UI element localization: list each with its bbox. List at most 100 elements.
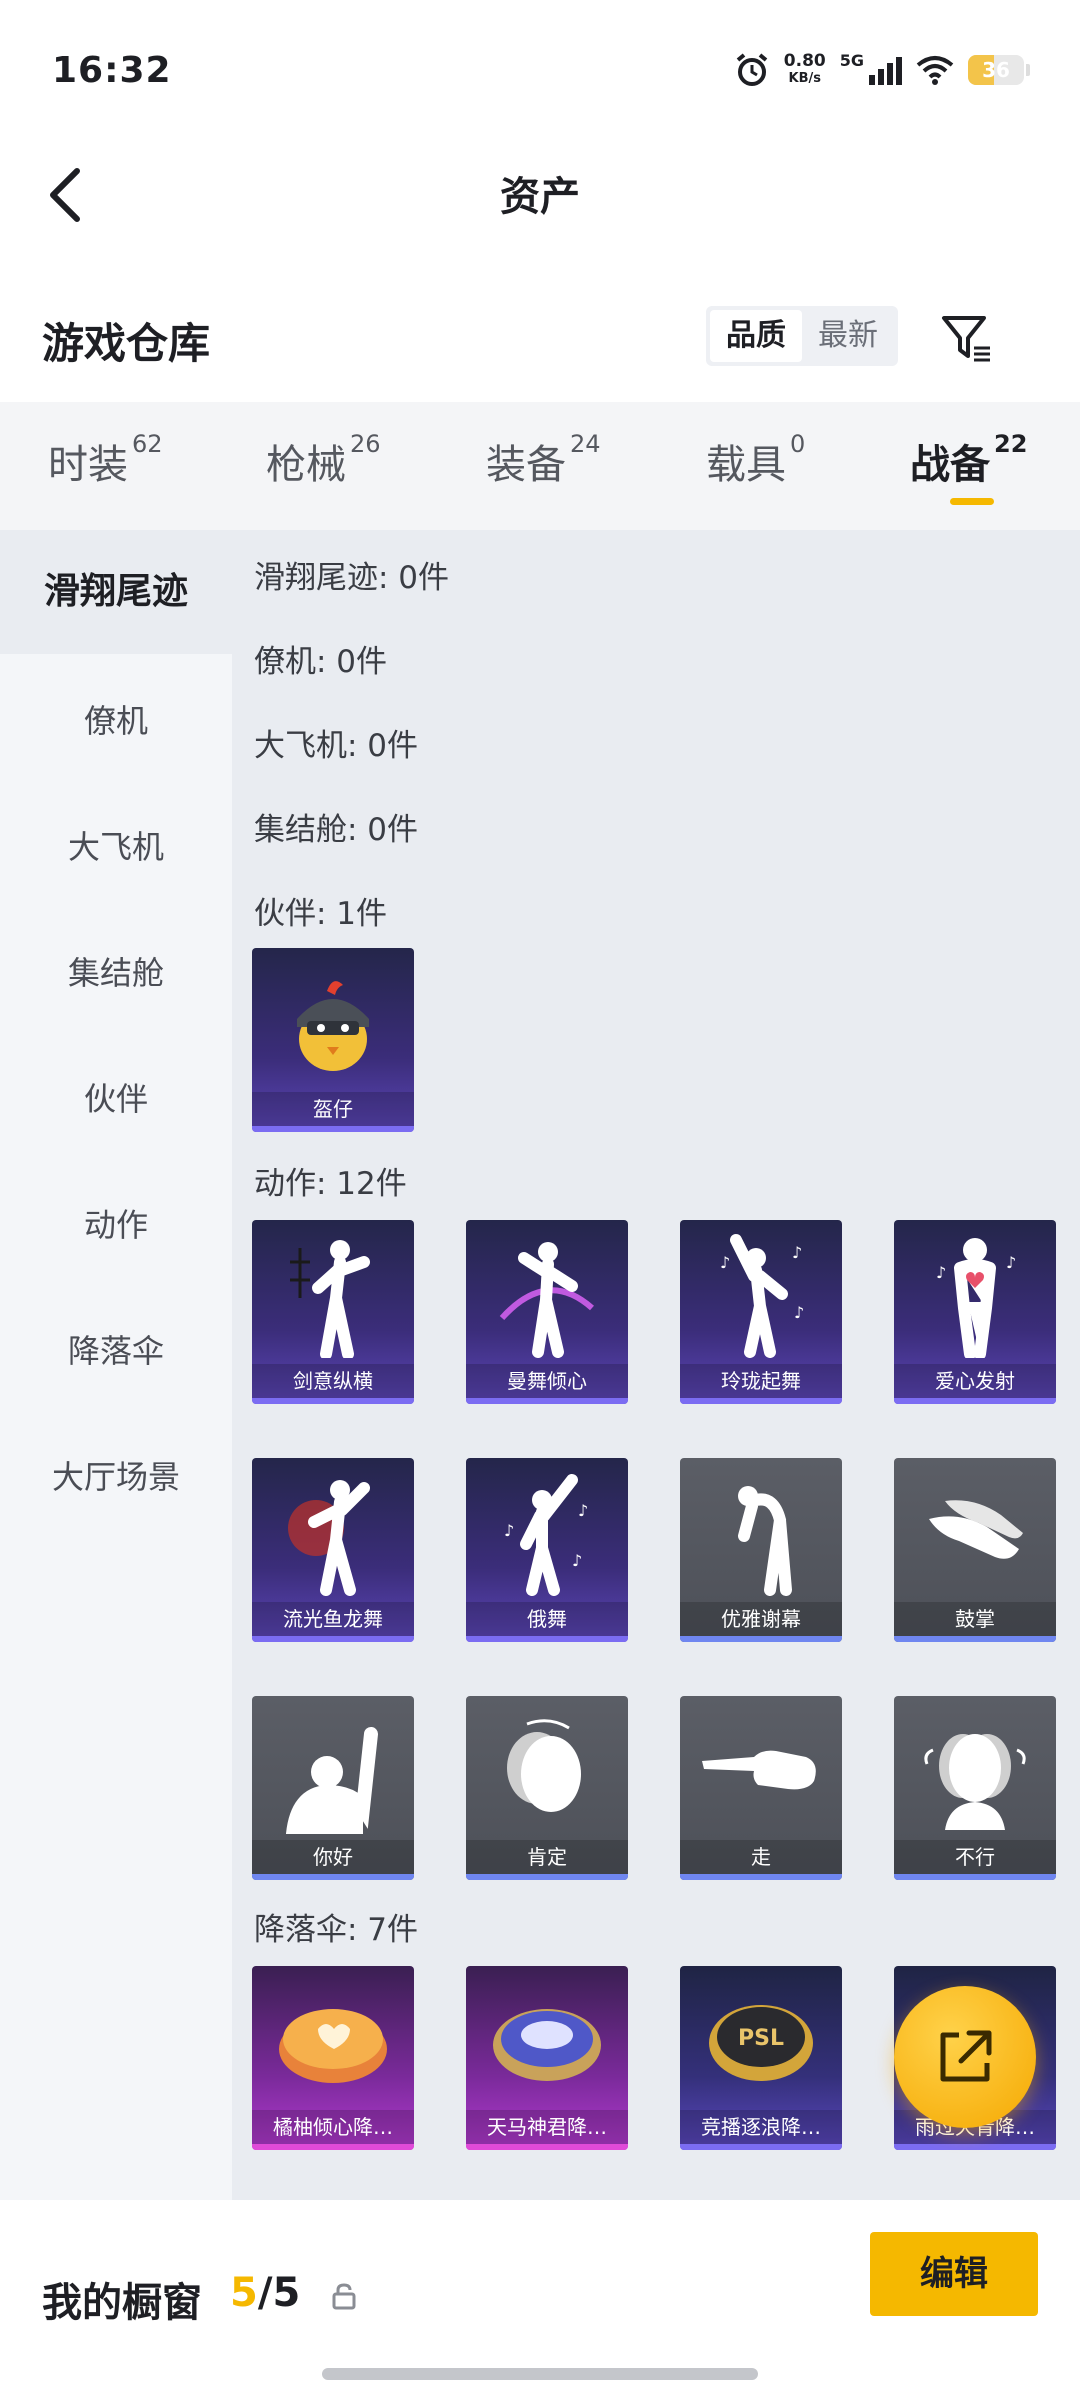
- section-title: 游戏仓库: [42, 319, 211, 368]
- sidebar-item-parachute[interactable]: 降落伞: [0, 1326, 232, 1372]
- svg-text:♪: ♪: [794, 1303, 804, 1322]
- item-card[interactable]: ♪ ♪ 爱心发射: [894, 1220, 1056, 1404]
- wifi-icon: [916, 56, 954, 85]
- sort-option-newest[interactable]: 最新: [802, 310, 894, 362]
- signal-icon: [869, 57, 902, 85]
- category-label-emote: 动作: 12件: [254, 1166, 407, 1202]
- svg-text:♪: ♪: [572, 1551, 582, 1570]
- dance-pose-icon: [252, 1220, 414, 1366]
- svg-text:♪: ♪: [504, 1521, 514, 1540]
- sort-option-quality[interactable]: 品质: [710, 310, 802, 362]
- tab-count: 22: [994, 430, 1028, 458]
- external-link-icon: [940, 2030, 992, 2082]
- svg-text:PSL: PSL: [738, 2026, 784, 2051]
- sidebar: 滑翔尾迹 僚机 大飞机 集结舱 伙伴 动作 降落伞 大厅场景: [0, 530, 232, 2200]
- item-card[interactable]: ♪ ♪ ♪ 俄舞: [466, 1458, 628, 1642]
- item-card[interactable]: 优雅谢幕: [680, 1458, 842, 1642]
- item-card[interactable]: 橘柚倾心降…: [252, 1966, 414, 2150]
- sort-toggle: 品质 最新: [706, 306, 898, 366]
- sidebar-item-pod[interactable]: 集结舱: [0, 948, 232, 994]
- point-hand-icon: [680, 1696, 842, 1842]
- heart-pose-icon: ♪ ♪: [894, 1220, 1056, 1366]
- sidebar-item-lobby-scene[interactable]: 大厅场景: [0, 1452, 232, 1498]
- tab-label: 装备: [486, 442, 566, 488]
- share-button[interactable]: [894, 1986, 1036, 2128]
- filter-button[interactable]: [938, 310, 994, 366]
- item-name: 曼舞倾心: [466, 1364, 628, 1398]
- page-title: 资产: [500, 174, 580, 220]
- item-name: 你好: [252, 1840, 414, 1874]
- svg-text:♪: ♪: [720, 1253, 730, 1272]
- bottom-bar: 我的橱窗 5/5 编辑: [0, 2200, 1080, 2400]
- status-icons: 0.80 KB/s 5G 36: [734, 48, 1030, 92]
- tab-label: 载具: [706, 442, 786, 488]
- item-card[interactable]: 你好: [252, 1696, 414, 1880]
- parachute-icon: [252, 1966, 414, 2112]
- tab-label: 枪械: [266, 442, 346, 488]
- item-name: 肯定: [466, 1840, 628, 1874]
- sidebar-item-plane[interactable]: 大飞机: [0, 822, 232, 868]
- parachute-icon: PSL: [680, 1966, 842, 2112]
- sidebar-item-glide-trail[interactable]: 滑翔尾迹: [0, 530, 232, 654]
- dance-pose-icon: ♪ ♪ ♪: [466, 1458, 628, 1604]
- tab-count: 62: [132, 430, 163, 458]
- category-label-plane: 大飞机: 0件: [254, 728, 419, 764]
- category-label-parachute: 降落伞: 7件: [254, 1912, 419, 1948]
- item-card[interactable]: 鼓掌: [894, 1458, 1056, 1642]
- edit-button[interactable]: 编辑: [870, 2232, 1038, 2316]
- item-card[interactable]: 盔仔: [252, 948, 414, 1132]
- item-card[interactable]: PSL 竞播逐浪降…: [680, 1966, 842, 2150]
- sidebar-item-wingman[interactable]: 僚机: [0, 696, 232, 742]
- battery-icon: 36: [968, 55, 1024, 85]
- tab-vehicles[interactable]: 载具 0: [706, 430, 806, 490]
- sidebar-item-partner[interactable]: 伙伴: [0, 1074, 232, 1120]
- parachute-icon: [466, 1966, 628, 2112]
- wave-hand-icon: [252, 1696, 414, 1842]
- tab-combat-prep[interactable]: 战备 22: [910, 430, 1028, 490]
- sidebar-item-emote[interactable]: 动作: [0, 1200, 232, 1246]
- item-card[interactable]: ♪ ♪ ♪ 玲珑起舞: [680, 1220, 842, 1404]
- home-indicator[interactable]: [322, 2368, 758, 2380]
- svg-text:♪: ♪: [1006, 1253, 1016, 1272]
- item-card[interactable]: 流光鱼龙舞: [252, 1458, 414, 1642]
- tab-equipment[interactable]: 装备 24: [486, 430, 601, 490]
- showcase-label: 我的橱窗: [42, 2280, 202, 2326]
- dance-pose-icon: [466, 1220, 628, 1366]
- content-area: 滑翔尾迹 僚机 大飞机 集结舱 伙伴 动作 降落伞 大厅场景 滑翔尾迹: 0件 …: [0, 530, 1080, 2200]
- showcase-count-total: /5: [257, 2270, 301, 2316]
- app-header: 资产: [0, 140, 1080, 260]
- status-time: 16:32: [52, 50, 172, 91]
- tab-guns[interactable]: 枪械 26: [266, 430, 381, 490]
- svg-text:♪: ♪: [578, 1501, 588, 1520]
- tab-label: 战备: [910, 442, 990, 488]
- network-speed: 0.80 KB/s: [784, 52, 826, 88]
- item-name: 流光鱼龙舞: [252, 1602, 414, 1636]
- item-card[interactable]: 天马神君降…: [466, 1966, 628, 2150]
- item-card[interactable]: 剑意纵横: [252, 1220, 414, 1404]
- dance-pose-icon: [252, 1458, 414, 1604]
- item-name: 不行: [894, 1840, 1056, 1874]
- status-bar: 16:32 0.80 KB/s 5G 36: [0, 0, 1080, 140]
- item-name: 橘柚倾心降…: [252, 2110, 414, 2144]
- item-name: 剑意纵横: [252, 1364, 414, 1398]
- item-name: 走: [680, 1840, 842, 1874]
- svg-text:♪: ♪: [936, 1263, 946, 1282]
- tab-count: 24: [570, 430, 601, 458]
- item-card[interactable]: 曼舞倾心: [466, 1220, 628, 1404]
- showcase-count: 5/5: [230, 2270, 300, 2316]
- tab-count: 0: [790, 430, 806, 458]
- dance-pose-icon: ♪ ♪ ♪: [680, 1220, 842, 1366]
- item-card[interactable]: 走: [680, 1696, 842, 1880]
- item-name: 俄舞: [466, 1602, 628, 1636]
- showcase-count-current: 5: [230, 2270, 258, 2316]
- item-name: 优雅谢幕: [680, 1602, 842, 1636]
- network-speed-value: 0.80: [783, 51, 826, 71]
- lock-icon: [332, 2283, 356, 2310]
- network-speed-unit: KB/s: [788, 71, 821, 86]
- item-card[interactable]: 肯定: [466, 1696, 628, 1880]
- battery-level: 36: [982, 58, 1010, 82]
- item-card[interactable]: 不行: [894, 1696, 1056, 1880]
- tab-fashion[interactable]: 时装 62: [48, 430, 163, 490]
- item-name: 天马神君降…: [466, 2110, 628, 2144]
- category-label-glide: 滑翔尾迹: 0件: [254, 560, 450, 596]
